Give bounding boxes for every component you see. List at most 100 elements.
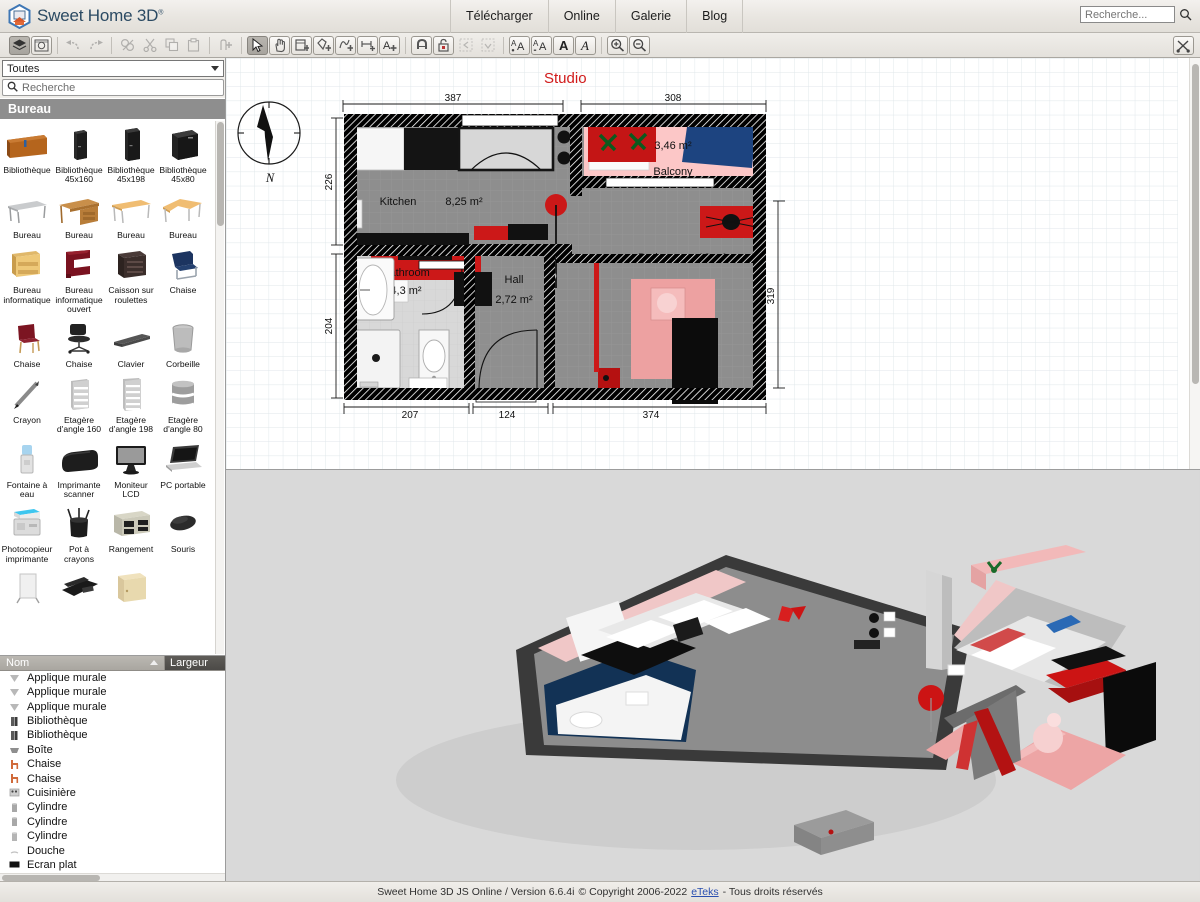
plan-canvas[interactable]: N Studio 387 308 226 204 319 207 124 374… (226, 58, 1189, 470)
column-header-largeur[interactable]: Largeur (165, 656, 225, 670)
plan-layers-button[interactable] (9, 35, 30, 55)
list-item[interactable]: Chaise (0, 771, 225, 785)
plan-vertical-scrollbar[interactable] (1189, 58, 1200, 469)
flip-vertical-button[interactable] (477, 36, 498, 55)
list-item[interactable]: Bibliothèque (0, 714, 225, 728)
list-item[interactable]: Douche (0, 843, 225, 857)
nav-galerie[interactable]: Galerie (616, 0, 688, 33)
furniture-list-rows[interactable]: Applique murale Applique murale Applique… (0, 671, 225, 881)
nav-telecharger[interactable]: Télécharger (450, 0, 549, 33)
catalog-item[interactable]: Imprimante scanner (53, 438, 105, 503)
list-item[interactable]: Applique murale (0, 685, 225, 699)
add-text-button[interactable]: A (379, 35, 400, 55)
undo-button[interactable] (63, 36, 84, 55)
list-item[interactable]: Cylindre (0, 829, 225, 843)
category-select[interactable]: Toutes (2, 60, 224, 77)
flip-horizontal-button[interactable] (455, 36, 476, 55)
furniture-list-hscrollbar[interactable] (0, 873, 225, 881)
add-furniture-button[interactable] (215, 36, 236, 55)
plan-scrollbar-thumb[interactable] (1192, 64, 1199, 384)
list-item[interactable]: Applique murale (0, 699, 225, 713)
nav-blog[interactable]: Blog (687, 0, 744, 33)
catalog-item-label: Chaise (13, 359, 41, 370)
redo-button[interactable] (85, 36, 106, 55)
pan-tool-button[interactable] (269, 35, 290, 55)
site-search-input[interactable] (1080, 6, 1175, 23)
catalog-item[interactable]: Crayon (1, 373, 53, 438)
catalog-item[interactable]: Bibliothèque (1, 123, 53, 188)
preferences-button[interactable] (1173, 36, 1194, 55)
catalog-item[interactable]: Rangement (105, 502, 157, 567)
catalog-item[interactable]: Bureau informatique (1, 243, 53, 317)
photo-button[interactable] (31, 35, 52, 55)
home-3d-canvas[interactable] (226, 470, 1199, 880)
catalog-item[interactable]: Bureau informatique ouvert (53, 243, 105, 317)
catalog-item[interactable]: PC portable (157, 438, 209, 503)
catalog-item[interactable]: Bibliothèque 45x160 (53, 123, 105, 188)
modify-rooms-button[interactable] (433, 35, 454, 55)
furniture-catalog[interactable]: Bibliothèque Bibliothèque 45x160 Bibliot… (0, 119, 225, 656)
select-tool-button[interactable] (247, 35, 268, 55)
create-rooms-button[interactable] (313, 35, 334, 55)
increase-text-size-button[interactable]: AA (509, 35, 530, 55)
plan-view[interactable]: N Studio 387 308 226 204 319 207 124 374… (226, 58, 1200, 470)
catalog-item[interactable]: Chaise (157, 243, 209, 317)
copy-button[interactable] (161, 36, 182, 55)
delete-button[interactable] (117, 36, 138, 55)
catalog-item[interactable]: Chaise (53, 317, 105, 372)
catalog-item[interactable]: Bureau (157, 188, 209, 243)
catalog-item[interactable]: Bibliothèque 45x80 (157, 123, 209, 188)
status-eteks-link[interactable]: eTeks (691, 886, 718, 898)
catalog-item[interactable] (105, 567, 157, 613)
list-item[interactable]: Bibliothèque (0, 728, 225, 742)
list-item[interactable]: Chaise (0, 757, 225, 771)
catalog-item[interactable]: Fontaine à eau (1, 438, 53, 503)
catalog-item[interactable] (53, 567, 105, 613)
zoom-in-button[interactable] (607, 35, 628, 55)
catalog-item[interactable]: Corbeille (157, 317, 209, 372)
catalog-item[interactable]: Bureau (53, 188, 105, 243)
catalog-item[interactable]: Caisson sur roulettes (105, 243, 157, 317)
zoom-out-button[interactable] (629, 35, 650, 55)
list-item[interactable]: Cylindre (0, 800, 225, 814)
home-3d-view[interactable] (226, 470, 1200, 881)
list-item[interactable]: Boîte (0, 743, 225, 757)
plan-title: Studio (544, 70, 587, 87)
list-item[interactable]: Cuisinière (0, 786, 225, 800)
brand-logo[interactable]: Sweet Home 3D® (0, 3, 300, 29)
search-icon[interactable] (1179, 8, 1192, 21)
decrease-text-size-button[interactable]: AA (531, 35, 552, 55)
catalog-item[interactable]: Clavier (105, 317, 157, 372)
cut-button[interactable] (139, 36, 160, 55)
catalog-item[interactable]: Bureau (105, 188, 157, 243)
computer-desk-icon (3, 245, 51, 285)
modify-walls-button[interactable] (411, 35, 432, 55)
catalog-item[interactable]: Souris (157, 502, 209, 567)
catalog-item[interactable]: Chaise (1, 317, 53, 372)
create-walls-button[interactable] (291, 35, 312, 55)
create-dimension-button[interactable] (357, 35, 378, 55)
catalog-item[interactable] (1, 567, 53, 613)
nav-online[interactable]: Online (549, 0, 616, 33)
paste-button[interactable] (183, 36, 204, 55)
catalog-item[interactable]: Etagère d'angle 198 (105, 373, 157, 438)
catalog-item[interactable]: Etagère d'angle 80 (157, 373, 209, 438)
catalog-scrollbar-thumb[interactable] (217, 122, 224, 226)
list-item[interactable]: Cylindre (0, 815, 225, 829)
catalog-item[interactable]: Bibliothèque 45x198 (105, 123, 157, 188)
list-item[interactable]: Ecran plat (0, 858, 225, 872)
catalog-item[interactable]: Moniteur LCD (105, 438, 157, 503)
catalog-scrollbar[interactable] (215, 121, 224, 654)
catalog-item[interactable]: Bureau (1, 188, 53, 243)
catalog-group-header[interactable]: Bureau (0, 98, 225, 119)
catalog-item[interactable]: Pot à crayons (53, 502, 105, 567)
catalog-item[interactable]: Photocopieur imprimante (1, 502, 53, 567)
italic-button[interactable]: A (575, 35, 596, 55)
catalog-item[interactable]: Etagère d'angle 160 (53, 373, 105, 438)
list-item[interactable]: Applique murale (0, 671, 225, 685)
column-header-nom[interactable]: Nom (0, 656, 165, 670)
create-polyline-button[interactable] (335, 35, 356, 55)
catalog-search-input[interactable]: Recherche (2, 79, 224, 96)
bold-button[interactable]: A (553, 35, 574, 55)
furniture-list-hscrollbar-thumb[interactable] (2, 875, 100, 881)
